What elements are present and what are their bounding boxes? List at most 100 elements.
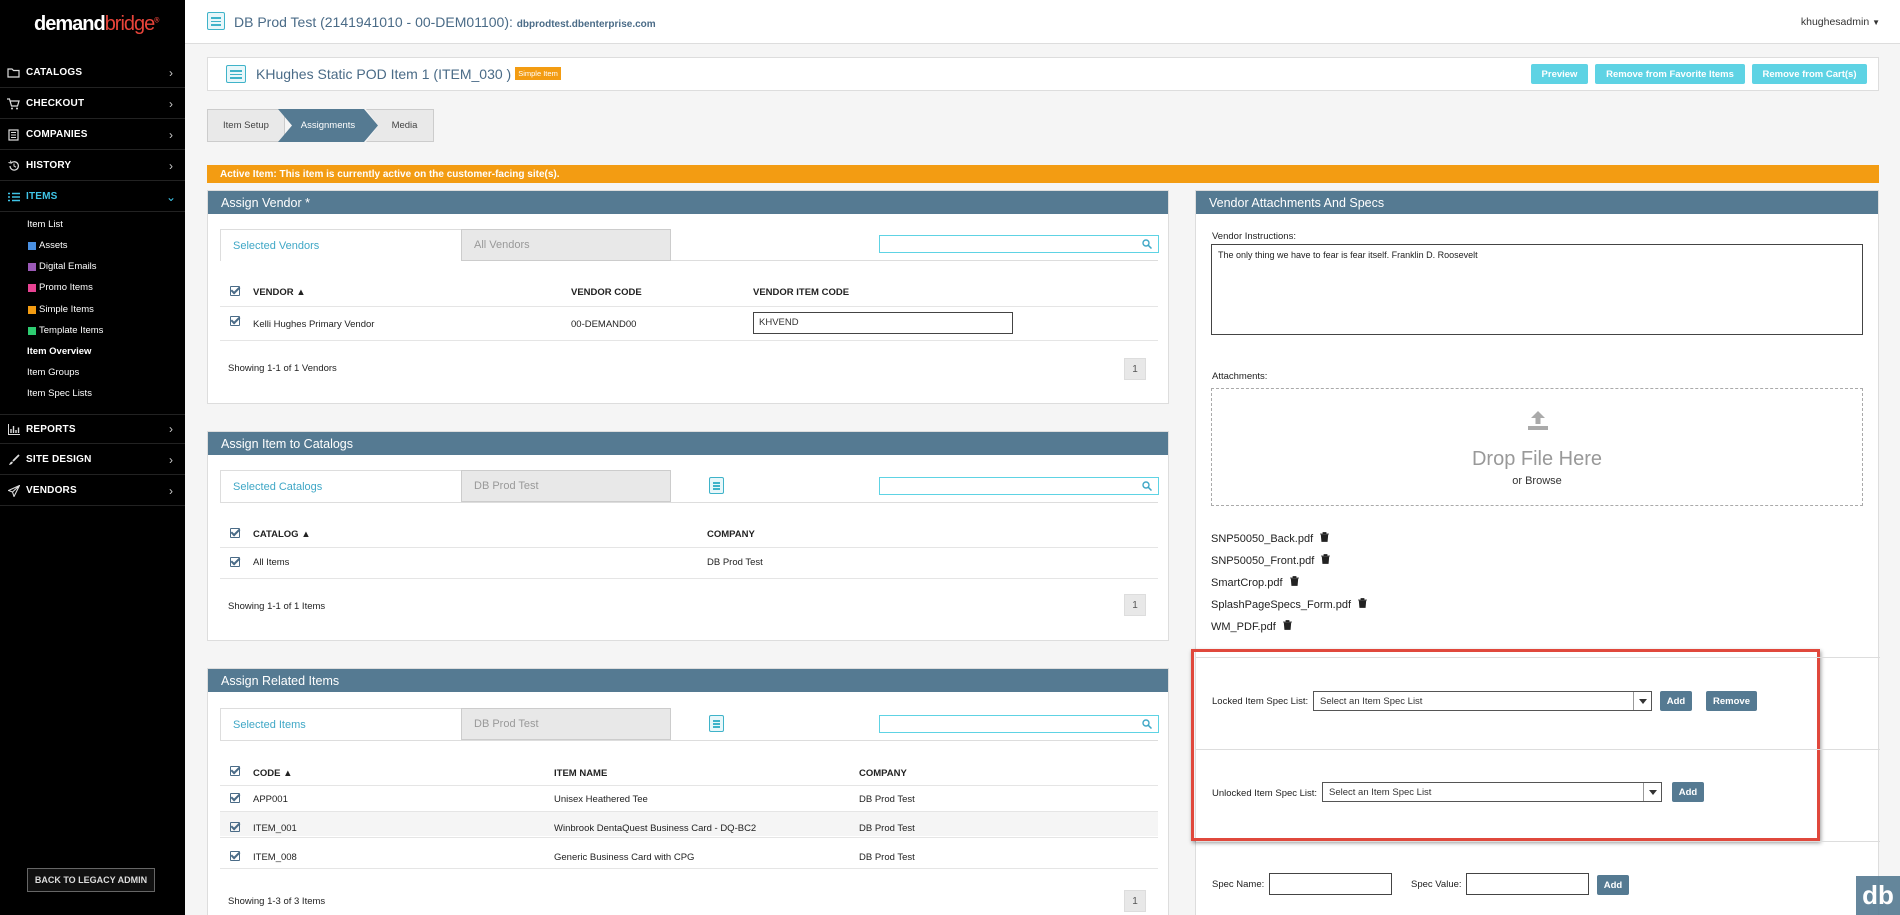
col-vendor[interactable]: VENDOR ▲ xyxy=(253,287,306,298)
col-company[interactable]: COMPANY xyxy=(707,529,755,540)
trash-icon[interactable] xyxy=(1321,554,1331,567)
unlocked-add-button[interactable]: Add xyxy=(1672,782,1704,802)
vendor-instructions-textarea[interactable]: The only thing we have to fear is fear i… xyxy=(1211,244,1863,335)
preview-button[interactable]: Preview xyxy=(1531,64,1588,84)
user-menu[interactable]: khughesadmin ▼ xyxy=(1801,16,1880,28)
row-checkbox[interactable] xyxy=(230,793,240,803)
unlocked-spec-select[interactable]: Select an Item Spec List xyxy=(1322,782,1662,802)
nav-vendors[interactable]: VENDORS › xyxy=(0,476,185,506)
file-drop-zone[interactable]: Drop File Here or Browse xyxy=(1211,388,1863,506)
sub-assets[interactable]: Assets xyxy=(27,240,68,251)
row-divider xyxy=(220,547,1158,548)
page-button[interactable]: 1 xyxy=(1124,358,1146,380)
row-checkbox[interactable] xyxy=(230,316,240,326)
vendor-search-input[interactable] xyxy=(879,235,1159,253)
document-icon xyxy=(207,12,225,30)
row-checkbox[interactable] xyxy=(230,822,240,832)
trash-icon[interactable] xyxy=(1320,532,1330,545)
site-url[interactable]: dbprodtest.dbenterprise.com xyxy=(517,19,656,30)
related-code: ITEM_001 xyxy=(253,823,297,834)
nav-label: VENDORS xyxy=(26,485,77,496)
tab-selected-vendors[interactable]: Selected Vendors xyxy=(220,229,463,261)
related-company: DB Prod Test xyxy=(859,852,915,863)
nav-catalogs[interactable]: CATALOGS › xyxy=(0,58,185,88)
row-checkbox[interactable] xyxy=(230,557,240,567)
sort-asc-icon: ▲ xyxy=(283,768,293,779)
spec-name-input[interactable] xyxy=(1269,873,1392,895)
vendor-attachments-panel: Vendor Attachments And Specs Vendor Inst… xyxy=(1191,190,1880,915)
sub-simple-items[interactable]: Simple Items xyxy=(27,304,94,315)
tab-db-prod-test[interactable]: DB Prod Test xyxy=(461,470,671,502)
chevron-right-icon: › xyxy=(169,127,173,142)
spec-value-input[interactable] xyxy=(1466,873,1589,895)
col-vendor-item-code[interactable]: VENDOR ITEM CODE xyxy=(753,287,849,298)
building-icon xyxy=(7,128,20,141)
caret-down-icon: ▼ xyxy=(1872,18,1880,27)
highlight-box xyxy=(1191,649,1820,841)
catalog-list-icon[interactable] xyxy=(709,477,724,494)
remove-from-favorites-button[interactable]: Remove from Favorite Items xyxy=(1595,64,1745,84)
locked-spec-select[interactable]: Select an Item Spec List xyxy=(1313,691,1652,711)
nav-site-design[interactable]: SITE DESIGN › xyxy=(0,445,185,475)
sub-template-items[interactable]: Template Items xyxy=(27,325,103,336)
attachment-file[interactable]: SmartCrop.pdf xyxy=(1211,576,1299,589)
sub-item-spec-lists[interactable]: Item Spec Lists xyxy=(27,388,92,399)
nav-label: REPORTS xyxy=(26,423,76,435)
nav-items[interactable]: ITEMS ⌄ xyxy=(0,182,185,212)
active-item-banner: Active Item: This item is currently acti… xyxy=(207,165,1879,183)
panel-title: Assign Related Items xyxy=(208,669,1168,692)
page-button[interactable]: 1 xyxy=(1124,594,1146,616)
catalog-company: DB Prod Test xyxy=(707,557,763,568)
related-name: Unisex Heathered Tee xyxy=(554,794,648,805)
col-company[interactable]: COMPANY xyxy=(859,768,907,779)
catalog-search-input[interactable] xyxy=(879,477,1159,495)
locked-remove-button[interactable]: Remove xyxy=(1706,691,1757,711)
sub-item-list[interactable]: Item List xyxy=(27,219,63,230)
attachment-file[interactable]: WM_PDF.pdf xyxy=(1211,620,1292,633)
attachment-file[interactable]: SNP50050_Front.pdf xyxy=(1211,554,1331,567)
remove-from-carts-button[interactable]: Remove from Cart(s) xyxy=(1752,64,1867,84)
step-assignments[interactable]: Assignments xyxy=(278,109,378,142)
logo: demandbridge® xyxy=(34,13,160,35)
back-to-legacy-admin-button[interactable]: BACK TO LEGACY ADMIN xyxy=(27,868,155,892)
item-list-icon[interactable] xyxy=(709,715,724,732)
sub-item-overview[interactable]: Item Overview xyxy=(27,346,91,357)
col-item-name[interactable]: ITEM NAME xyxy=(554,768,607,779)
row-checkbox[interactable] xyxy=(230,851,240,861)
attachment-file[interactable]: SNP50050_Back.pdf xyxy=(1211,532,1330,545)
panel-title: Assign Vendor * xyxy=(208,191,1168,214)
nav-history[interactable]: HISTORY › xyxy=(0,151,185,181)
sub-item-groups[interactable]: Item Groups xyxy=(27,367,79,378)
tab-db-prod-test[interactable]: DB Prod Test xyxy=(461,708,671,740)
col-vendor-code[interactable]: VENDOR CODE xyxy=(571,287,642,298)
related-search-input[interactable] xyxy=(879,715,1159,733)
assign-catalogs-panel: Assign Item to Catalogs Selected Catalog… xyxy=(207,431,1169,641)
select-all-checkbox[interactable] xyxy=(230,286,240,296)
db-corner-logo[interactable]: db xyxy=(1856,876,1900,915)
select-all-checkbox[interactable] xyxy=(230,766,240,776)
tab-selected-items[interactable]: Selected Items xyxy=(220,708,463,740)
vendor-item-code-input[interactable]: KHVEND xyxy=(753,312,1013,334)
nav-companies[interactable]: COMPANIES › xyxy=(0,120,185,150)
locked-add-button[interactable]: Add xyxy=(1660,691,1692,711)
tab-selected-catalogs[interactable]: Selected Catalogs xyxy=(220,470,463,502)
page-button[interactable]: 1 xyxy=(1124,890,1146,912)
tab-all-vendors[interactable]: All Vendors xyxy=(461,229,671,261)
assets-color-icon xyxy=(28,241,36,250)
sub-promo-items[interactable]: Promo Items xyxy=(27,282,93,293)
section-divider xyxy=(1196,749,1880,750)
trash-icon[interactable] xyxy=(1289,576,1299,589)
col-catalog[interactable]: CATALOG ▲ xyxy=(253,529,311,540)
nav-reports[interactable]: REPORTS › xyxy=(0,414,185,444)
col-code[interactable]: CODE ▲ xyxy=(253,768,293,779)
trash-icon[interactable] xyxy=(1358,598,1368,611)
select-all-checkbox[interactable] xyxy=(230,528,240,538)
spec-add-button[interactable]: Add xyxy=(1597,875,1629,895)
nav-checkout[interactable]: CHECKOUT › xyxy=(0,89,185,119)
related-name: Generic Business Card with CPG xyxy=(554,852,695,863)
attachment-file[interactable]: SplashPageSpecs_Form.pdf xyxy=(1211,598,1368,611)
step-item-setup[interactable]: Item Setup xyxy=(207,109,285,142)
sub-digital-emails[interactable]: Digital Emails xyxy=(27,261,97,272)
browse-link[interactable]: or Browse xyxy=(1212,475,1862,487)
trash-icon[interactable] xyxy=(1282,620,1292,633)
